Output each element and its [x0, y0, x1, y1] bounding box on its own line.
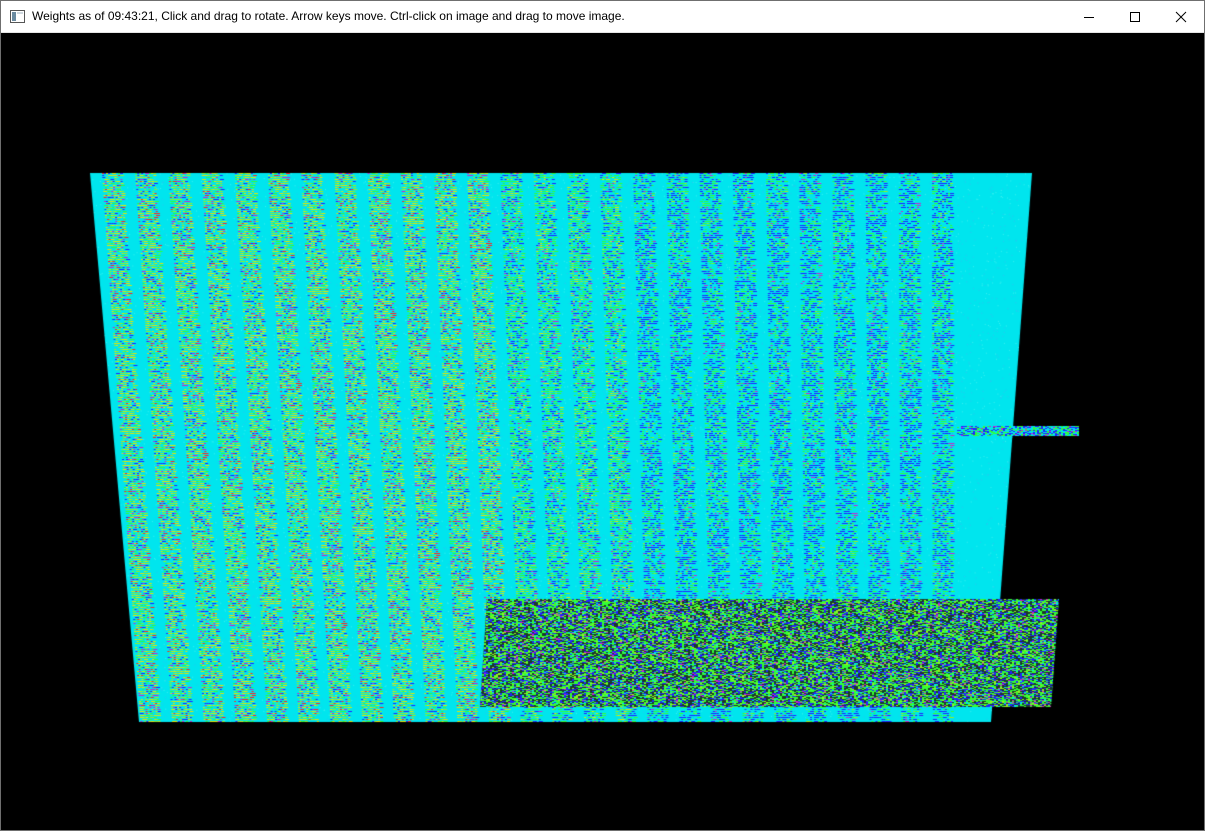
maximize-icon [1130, 11, 1140, 22]
weights-visualization-canvas[interactable] [2, 33, 1204, 830]
maximize-button[interactable] [1112, 1, 1158, 32]
app-window: Weights as of 09:43:21, Click and drag t… [0, 0, 1205, 831]
title-bar[interactable]: Weights as of 09:43:21, Click and drag t… [1, 1, 1204, 33]
app-icon [10, 10, 25, 23]
close-icon [1175, 11, 1187, 22]
close-button[interactable] [1158, 1, 1204, 32]
minimize-icon [1084, 16, 1094, 18]
window-title: Weights as of 09:43:21, Click and drag t… [32, 9, 625, 23]
visualization-viewport[interactable] [2, 33, 1204, 830]
minimize-button[interactable] [1066, 1, 1112, 32]
